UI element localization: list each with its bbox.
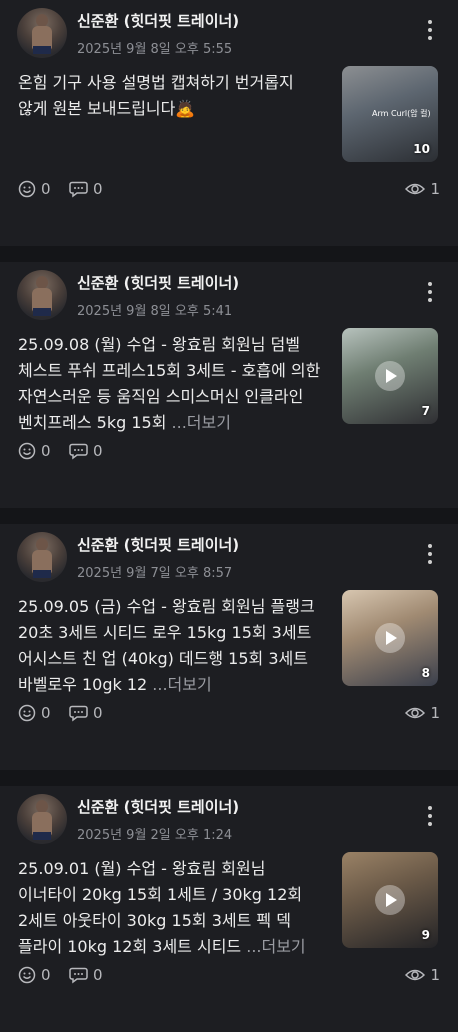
media-count: 9	[421, 928, 430, 942]
see-more-link[interactable]: ...더보기	[246, 937, 305, 956]
post-body: 온힘 기구 사용 설명법 캡쳐하기 번거롭지 않게 원본 보내드립니다🙇	[18, 73, 294, 118]
comment-button[interactable]: 0	[69, 966, 103, 984]
comment-button[interactable]: 0	[69, 180, 103, 198]
media-thumbnail[interactable]: 7	[342, 328, 438, 424]
media-thumbnail[interactable]: Arm Curl(암 컬) 10	[342, 66, 438, 162]
reaction-button[interactable]: 0	[18, 180, 51, 198]
reaction-count: 0	[41, 704, 51, 722]
post-date: 2025년 9월 2일 오후 1:24	[77, 828, 233, 843]
more-options-icon[interactable]	[428, 544, 432, 564]
play-icon	[375, 361, 405, 391]
author-name[interactable]: 신준환 (힛더핏 트레이너)	[77, 10, 239, 31]
avatar[interactable]	[17, 532, 67, 582]
author-name[interactable]: 신준환 (힛더핏 트레이너)	[77, 272, 239, 293]
view-count: 1	[430, 704, 440, 722]
reaction-button[interactable]: 0	[18, 704, 51, 722]
see-more-link[interactable]: ...더보기	[152, 675, 211, 694]
more-options-icon[interactable]	[428, 20, 432, 40]
post-text[interactable]: 25.09.08 (월) 수업 - 왕효림 회원님 덤벨 체스트 푸쉬 프레스1…	[18, 332, 323, 436]
avatar[interactable]	[17, 8, 67, 58]
post-date: 2025년 9월 8일 오후 5:41	[77, 304, 233, 319]
thumbnail-caption: Arm Curl(암 컬)	[372, 109, 431, 118]
comment-icon	[69, 705, 88, 722]
play-icon	[375, 885, 405, 915]
comment-count: 0	[93, 180, 103, 198]
post-actions: 0 0 1	[18, 180, 440, 204]
post-card[interactable]: 신준환 (힛더핏 트레이너) 2025년 9월 8일 오후 5:41 25.09…	[0, 262, 458, 524]
media-thumbnail[interactable]: 9	[342, 852, 438, 948]
post-body: 25.09.08 (월) 수업 - 왕효림 회원님 덤벨 체스트 푸쉬 프레스1…	[18, 335, 321, 432]
more-options-icon[interactable]	[428, 282, 432, 302]
post-card[interactable]: 신준환 (힛더핏 트레이너) 2025년 9월 8일 오후 5:55 온힘 기구…	[0, 0, 458, 262]
smile-icon	[18, 704, 36, 722]
feed: 신준환 (힛더핏 트레이너) 2025년 9월 8일 오후 5:55 온힘 기구…	[0, 0, 458, 1032]
post-actions: 0 0 1	[18, 966, 440, 990]
avatar[interactable]	[17, 270, 67, 320]
view-count: 1	[430, 966, 440, 984]
comment-button[interactable]: 0	[69, 442, 103, 460]
reaction-count: 0	[41, 442, 51, 460]
see-more-link[interactable]: ...더보기	[172, 413, 231, 432]
eye-icon	[405, 707, 426, 719]
post-text[interactable]: 온힘 기구 사용 설명법 캡쳐하기 번거롭지 않게 원본 보내드립니다🙇	[18, 70, 323, 122]
play-icon	[375, 623, 405, 653]
media-thumbnail[interactable]: 8	[342, 590, 438, 686]
comment-icon	[69, 181, 88, 198]
comment-icon	[69, 443, 88, 460]
eye-icon	[405, 183, 426, 195]
views-indicator: 1	[405, 180, 440, 198]
comment-icon	[69, 967, 88, 984]
post-actions: 0 0	[18, 442, 440, 466]
view-count: 1	[430, 180, 440, 198]
post-date: 2025년 9월 7일 오후 8:57	[77, 566, 233, 581]
eye-icon	[405, 969, 426, 981]
comment-count: 0	[93, 704, 103, 722]
author-name[interactable]: 신준환 (힛더핏 트레이너)	[77, 534, 239, 555]
avatar[interactable]	[17, 794, 67, 844]
reaction-button[interactable]: 0	[18, 966, 51, 984]
reaction-button[interactable]: 0	[18, 442, 51, 460]
smile-icon	[18, 180, 36, 198]
post-card[interactable]: 신준환 (힛더핏 트레이너) 2025년 9월 2일 오후 1:24 25.09…	[0, 786, 458, 1032]
post-text[interactable]: 25.09.01 (월) 수업 - 왕효림 회원님 이너타이 20kg 15회 …	[18, 856, 323, 960]
reaction-count: 0	[41, 966, 51, 984]
smile-icon	[18, 442, 36, 460]
comment-count: 0	[93, 966, 103, 984]
post-actions: 0 0 1	[18, 704, 440, 728]
smile-icon	[18, 966, 36, 984]
post-card[interactable]: 신준환 (힛더핏 트레이너) 2025년 9월 7일 오후 8:57 25.09…	[0, 524, 458, 786]
comment-button[interactable]: 0	[69, 704, 103, 722]
views-indicator: 1	[405, 704, 440, 722]
post-text[interactable]: 25.09.05 (금) 수업 - 왕효림 회원님 플랭크 20초 3세트 시티…	[18, 594, 323, 698]
reaction-count: 0	[41, 180, 51, 198]
author-name[interactable]: 신준환 (힛더핏 트레이너)	[77, 796, 239, 817]
comment-count: 0	[93, 442, 103, 460]
more-options-icon[interactable]	[428, 806, 432, 826]
post-date: 2025년 9월 8일 오후 5:55	[77, 42, 233, 57]
media-count: 8	[421, 666, 430, 680]
media-count: 10	[413, 142, 430, 156]
views-indicator: 1	[405, 966, 440, 984]
media-count: 7	[421, 404, 430, 418]
